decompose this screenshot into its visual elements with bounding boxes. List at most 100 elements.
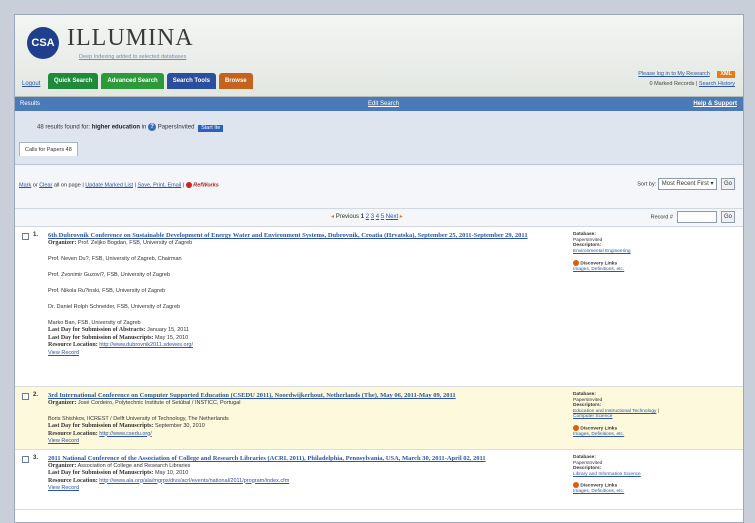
sort-go-button[interactable]: Go — [720, 178, 735, 190]
clear-all-link[interactable]: Clear — [39, 182, 52, 188]
logout-link[interactable]: Logout — [22, 81, 40, 87]
discovery-link[interactable]: Images, Definitions, etc. — [573, 432, 624, 437]
user-area: Please log in to My Research XML 0 Marke… — [638, 69, 735, 89]
record-title-link[interactable]: 3rd International Conference on Computer… — [48, 392, 548, 400]
resource-location-link[interactable]: http://www.ala.org/ala/mgrps/divs/acrl/e… — [99, 478, 289, 484]
view-record-link[interactable]: View Record — [48, 438, 79, 444]
descriptors-label: Descriptors: — [573, 243, 602, 249]
login-link[interactable]: Please log in to My Research — [638, 71, 710, 77]
descriptors-label: Descriptors: — [573, 466, 602, 472]
resource-location-link[interactable]: http://www.dubrovnik2011.sdewes.org/ — [99, 342, 193, 348]
previous-link[interactable]: Previous — [336, 214, 359, 220]
organizer-value: Association of College and Research Libr… — [77, 462, 191, 469]
organizer-value: Prof. Zeljko Bogdan, FSB, University of … — [77, 239, 193, 246]
tab-browse[interactable]: Browse — [218, 73, 253, 89]
tagline-link[interactable]: Deep Indexing added to selected database… — [79, 54, 186, 60]
view-record-link[interactable]: View Record — [48, 350, 79, 356]
tab-advanced-search[interactable]: Advanced Search — [101, 73, 164, 89]
database-name: PapersInvited — [157, 124, 195, 131]
csa-logo[interactable]: CSA — [27, 27, 59, 59]
record-checkbox[interactable] — [22, 456, 29, 463]
descriptor-link[interactable]: Library and Information Science — [573, 472, 641, 477]
descriptor-link[interactable]: Computer Science — [573, 414, 612, 419]
page-2[interactable]: 2 — [366, 214, 369, 220]
record-body: 3rd International Conference on Computer… — [48, 392, 548, 446]
update-marked-list-link[interactable]: Update Marked List — [85, 182, 133, 188]
result-record: 3. 2011 National Conference of the Assoc… — [15, 450, 743, 510]
tab-calls-for-papers[interactable]: Calls for Papers 48 — [19, 142, 78, 156]
tab-quick-search[interactable]: Quick Search — [48, 73, 99, 89]
discovery-links-label: Discovery Links — [580, 483, 618, 489]
help-support-link[interactable]: Help & Support — [693, 97, 737, 111]
result-record: 2. 3rd International Conference on Compu… — [15, 387, 743, 450]
abstracts-deadline: January 15, 2011 — [146, 327, 190, 333]
view-record-link[interactable]: View Record — [48, 485, 79, 491]
organizer-value: José Cordeiro, Polytechnic Institute of … — [77, 399, 241, 406]
organizer-label: Organizer: — [48, 239, 77, 246]
marked-records-count: 0 Marked Records — [649, 81, 695, 87]
result-record: 1. 6th Dubrovnik Conference on Sustainab… — [15, 227, 743, 387]
manuscripts-deadline: September 30, 2010 — [154, 423, 205, 429]
manuscripts-deadline-label: Last Day for Submission of Manuscripts: — [48, 470, 154, 476]
help-icon[interactable]: ? — [148, 123, 157, 131]
page-3[interactable]: 3 — [371, 214, 374, 220]
page-5[interactable]: 5 — [381, 214, 384, 220]
save-print-email-link[interactable]: Save, Print, Email — [137, 182, 181, 188]
record-title-link[interactable]: 2011 National Conference of the Associat… — [48, 455, 548, 463]
results-toolbar: Mark or Clear all on page | Update Marke… — [15, 165, 743, 209]
page-1: 1 — [360, 214, 365, 220]
discovery-icon — [573, 482, 579, 489]
descriptor-link[interactable]: Environmental Engineering — [573, 249, 631, 254]
page-frame: CSA ILLUMINA Deep Indexing added to sele… — [14, 14, 744, 523]
previous-arrow-icon: ◂ — [331, 214, 335, 220]
committee-member: Prof. Neven Du?, FSB, University of Zagr… — [48, 255, 182, 262]
pager-row: ◂ Previous 1 2 3 4 5 Next ▸ Record # Go — [15, 209, 743, 227]
tab-search-tools[interactable]: Search Tools — [166, 73, 216, 89]
sort-control: Sort by: Most Recent First ▾ Go — [637, 178, 735, 190]
record-checkbox[interactable] — [22, 233, 29, 240]
discovery-icon — [573, 260, 579, 267]
resource-location-link[interactable]: http://www.csedu.org/ — [99, 431, 152, 437]
search-tabs: Quick Search Advanced Search Search Tool… — [48, 73, 253, 89]
discovery-link[interactable]: Images, Definitions, etc. — [573, 489, 624, 494]
organizer-label: Organizer: — [48, 462, 77, 469]
edit-search-link[interactable]: Edit Search — [368, 97, 399, 111]
record-label: Record # — [650, 214, 673, 221]
discovery-link[interactable]: Images, Definitions, etc. — [573, 267, 624, 272]
record-title-link[interactable]: 6th Dubrovnik Conference on Sustainable … — [48, 232, 548, 240]
next-link[interactable]: Next — [386, 214, 398, 220]
summary-line: 48 results found for: higher education i… — [37, 123, 224, 132]
record-number: 1. — [33, 232, 39, 238]
manuscripts-deadline: May 15, 2010 — [154, 334, 189, 341]
manuscripts-deadline: May 10, 2010 — [154, 470, 189, 476]
record-go-button[interactable]: Go — [720, 211, 735, 223]
start-button[interactable]: Start Ite — [198, 124, 224, 132]
committee-member: Prof. Nikola Ru?inski, FSB, University o… — [48, 287, 166, 294]
record-number-input[interactable] — [677, 211, 718, 223]
search-query: higher education — [91, 124, 141, 131]
page-4[interactable]: 4 — [376, 214, 379, 220]
committee-member: Prof. Zvonimir Guzovi?, FSB, University … — [48, 271, 170, 278]
resource-location-label: Resource Location: — [48, 342, 98, 348]
sort-select[interactable]: Most Recent First ▾ — [657, 178, 718, 190]
discovery-links-label: Discovery Links — [580, 261, 618, 267]
chevron-down-icon: ▾ — [710, 181, 714, 187]
header: CSA ILLUMINA Deep Indexing added to sele… — [15, 15, 743, 97]
committee-member: Dr. Daniel Rolph Schneider, FSB, Univers… — [48, 303, 181, 310]
record-checkbox[interactable] — [22, 393, 29, 400]
database-label: Database: — [573, 455, 596, 460]
search-history-link[interactable]: Search History — [699, 81, 735, 87]
committee-member: Marko Ban, FSB, University of Zagreb — [48, 319, 141, 326]
mark-all-link[interactable]: Mark — [19, 182, 31, 188]
record-number: 3. — [33, 455, 39, 461]
refworks-link[interactable]: RefWorks — [193, 182, 219, 188]
xml-badge[interactable]: XML — [717, 71, 735, 78]
pagination: ◂ Previous 1 2 3 4 5 Next ▸ — [331, 213, 403, 220]
database-label: Database: — [573, 232, 596, 237]
record-sidebar: Database: PapersInvited Descriptors: Edu… — [573, 392, 738, 437]
